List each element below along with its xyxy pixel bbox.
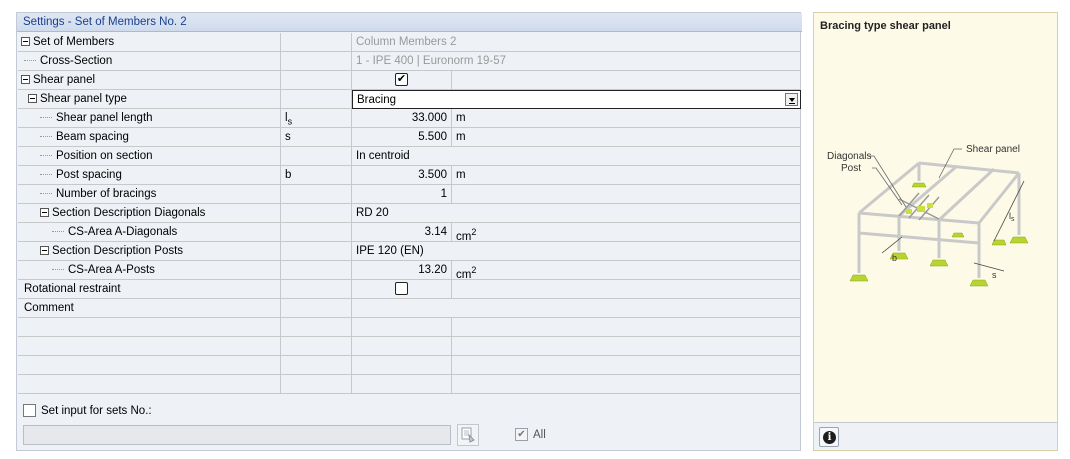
info-icon: i: [823, 431, 836, 444]
settings-panel: Settings - Set of Members No. 2 Set of M…: [16, 12, 802, 451]
row-label: Shear panel: [33, 74, 96, 86]
symbol: b: [281, 166, 352, 185]
row-shear-panel[interactable]: Shear panel ✔: [18, 71, 801, 90]
number-of-bracings-value[interactable]: 1: [352, 185, 452, 204]
row-label: Section Description Posts: [52, 245, 184, 257]
unit: m: [456, 169, 466, 181]
empty-row: [18, 356, 801, 375]
row-label: Comment: [24, 302, 74, 314]
comment-value[interactable]: [352, 299, 801, 318]
row-number-of-bracings[interactable]: Number of bracings 1: [18, 185, 801, 204]
row-label: Cross-Section: [40, 55, 113, 67]
shear-panel-type-dropdown[interactable]: Bracing: [352, 90, 801, 109]
tree-connector: [40, 155, 52, 157]
tree-connector: [24, 60, 36, 62]
row-post-spacing[interactable]: Post spacing b 3.500 m: [18, 166, 801, 185]
collapse-icon[interactable]: [21, 75, 30, 84]
all-label: All: [533, 429, 546, 441]
row-label: Shear panel type: [40, 93, 127, 105]
row-section-description-diagonals[interactable]: Section Description Diagonals RD 20: [18, 204, 801, 223]
row-label: Rotational restraint: [24, 283, 121, 295]
pick-from-model-icon: [461, 427, 475, 443]
row-label: Number of bracings: [56, 188, 157, 200]
cross-section-value[interactable]: 1 - IPE 400 | Euronorm 19-57: [352, 52, 801, 71]
tree-connector: [40, 174, 52, 176]
collapse-icon[interactable]: [21, 37, 30, 46]
row-label: CS-Area A-Posts: [68, 264, 155, 276]
symbol: ls: [281, 109, 352, 128]
rotational-restraint-checkbox[interactable]: [395, 282, 408, 296]
unit: cm2: [456, 227, 477, 242]
bracing-shear-panel-diagram: Diagonals Post Shear panel b s ls: [827, 144, 1029, 287]
panel-title: Settings - Set of Members No. 2: [17, 13, 802, 32]
row-position-on-section[interactable]: Position on section In centroid: [18, 147, 801, 166]
row-section-description-posts[interactable]: Section Description Posts IPE 120 (EN): [18, 242, 801, 261]
b-label: b: [892, 253, 897, 263]
pick-sets-button[interactable]: [457, 424, 479, 446]
row-shear-panel-type[interactable]: Shear panel type Bracing: [18, 90, 801, 109]
set-input-label: Set input for sets No.:: [41, 405, 152, 417]
unit: cm2: [456, 265, 477, 280]
row-cross-section[interactable]: Cross-Section 1 - IPE 400 | Euronorm 19-…: [18, 52, 801, 71]
empty-row: [18, 375, 801, 394]
row-set-of-members[interactable]: Set of Members Column Members 2: [18, 33, 801, 52]
row-label: Shear panel length: [56, 112, 153, 124]
row-cs-area-diagonals[interactable]: CS-Area A-Diagonals 3.14 cm2: [18, 223, 801, 242]
empty-row: [18, 318, 801, 337]
all-checkbox[interactable]: ✔: [515, 428, 528, 441]
tree-connector: [52, 269, 64, 271]
info-panel-title: Bracing type shear panel: [820, 20, 951, 32]
sets-number-input[interactable]: [23, 425, 451, 445]
tree-connector: [40, 193, 52, 195]
shear-panel-checkbox[interactable]: ✔: [395, 73, 408, 87]
dropdown-value: Bracing: [357, 94, 396, 106]
row-label: Post spacing: [56, 169, 122, 181]
position-on-section-value[interactable]: In centroid: [352, 147, 801, 166]
shear-panel-length-value[interactable]: 33.000: [352, 109, 452, 128]
section-description-diagonals-value[interactable]: RD 20: [352, 204, 801, 223]
tree-connector: [40, 136, 52, 138]
row-comment[interactable]: Comment: [18, 299, 801, 318]
info-panel: Bracing type shear panel Diagonals Post …: [813, 12, 1058, 451]
collapse-icon[interactable]: [40, 208, 49, 217]
row-rotational-restraint[interactable]: Rotational restraint: [18, 280, 801, 299]
chevron-down-icon[interactable]: [785, 93, 798, 106]
tree-connector: [52, 231, 64, 233]
row-beam-spacing[interactable]: Beam spacing s 5.500 m: [18, 128, 801, 147]
set-input-checkbox[interactable]: [23, 404, 36, 417]
section-description-posts-value[interactable]: IPE 120 (EN): [352, 242, 801, 261]
row-label: Beam spacing: [56, 131, 129, 143]
unit: m: [456, 131, 466, 143]
row-label: Section Description Diagonals: [52, 207, 206, 219]
row-shear-panel-length[interactable]: Shear panel length ls 33.000 m: [18, 109, 801, 128]
info-panel-footer: i: [814, 422, 1057, 450]
empty-row: [18, 337, 801, 356]
shear-panel-label: Shear panel: [966, 144, 1020, 155]
row-label: Set of Members: [33, 36, 115, 48]
cs-area-posts-value[interactable]: 13.20: [352, 261, 452, 280]
ls-label: ls: [1009, 211, 1015, 223]
beam-spacing-value[interactable]: 5.500: [352, 128, 452, 147]
row-label: Position on section: [56, 150, 153, 162]
post-label: Post: [841, 163, 861, 174]
unit: m: [456, 112, 466, 124]
set-of-members-value[interactable]: Column Members 2: [352, 33, 801, 52]
collapse-icon[interactable]: [28, 94, 37, 103]
symbol: s: [281, 128, 352, 147]
diagonals-label: Diagonals: [827, 151, 871, 162]
row-label: CS-Area A-Diagonals: [68, 226, 178, 238]
s-label: s: [992, 270, 997, 280]
collapse-icon[interactable]: [40, 246, 49, 255]
tree-connector: [40, 117, 52, 119]
cs-area-diagonals-value[interactable]: 3.14: [352, 223, 452, 242]
info-button[interactable]: i: [819, 427, 839, 447]
row-cs-area-posts[interactable]: CS-Area A-Posts 13.20 cm2: [18, 261, 801, 280]
post-spacing-value[interactable]: 3.500: [352, 166, 452, 185]
